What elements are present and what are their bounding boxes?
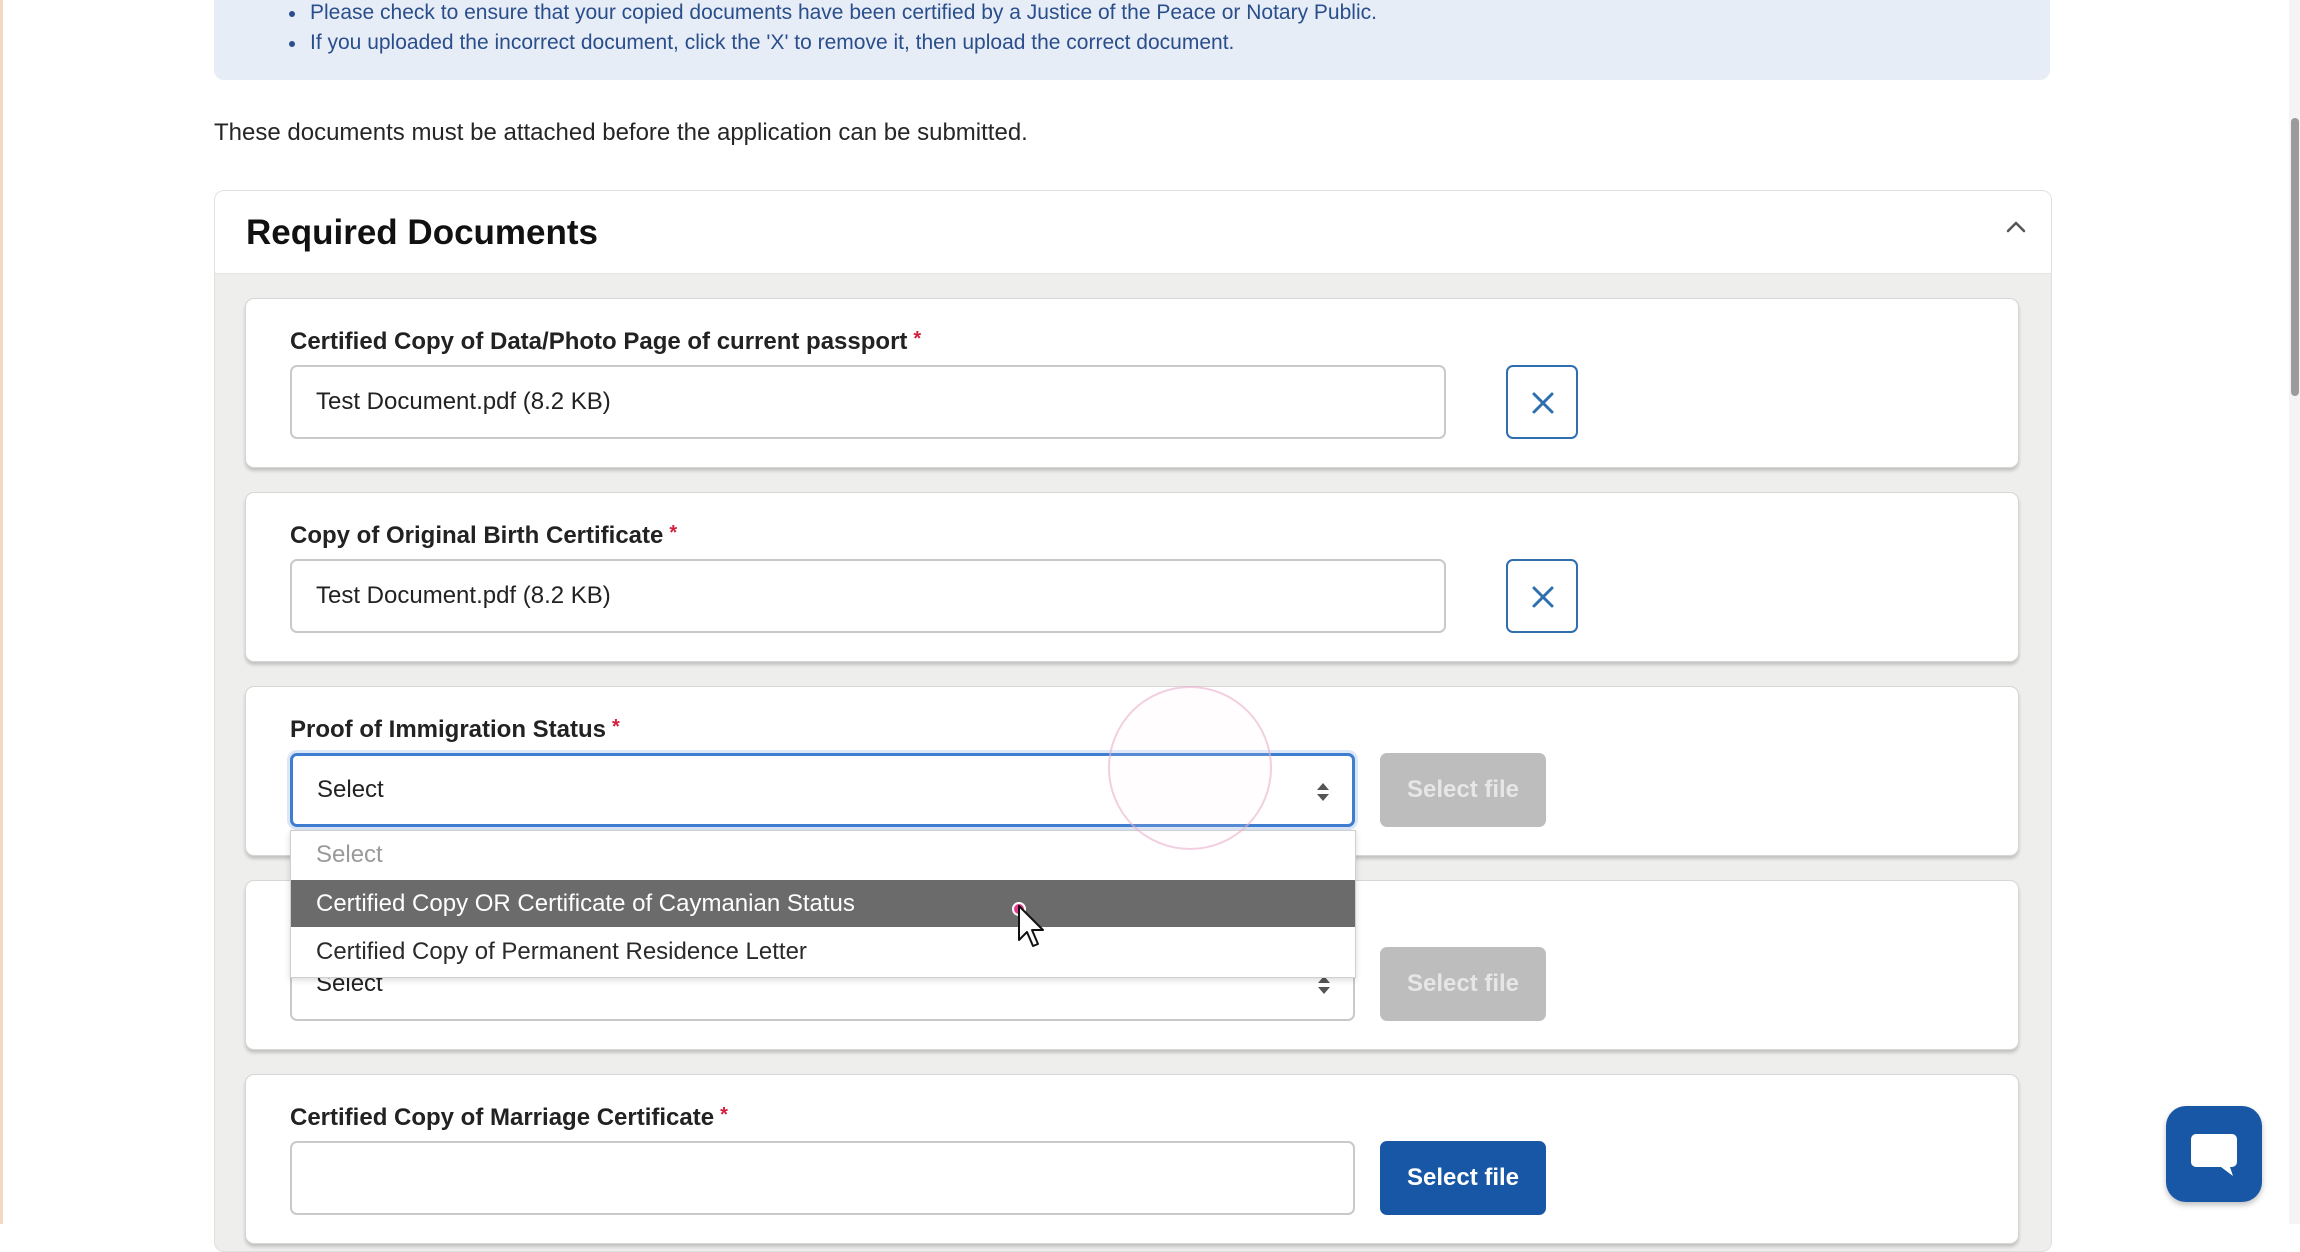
required-marker: * — [669, 522, 678, 544]
document-card-birth-certificate: Copy of Original Birth Certificate * Test… — [245, 492, 2019, 662]
uploaded-file-field: Test Document.pdf (8.2 KB) — [290, 559, 1446, 633]
mouse-cursor-icon — [1012, 902, 1044, 947]
chevron-up-icon[interactable] — [2005, 219, 2027, 235]
select-file-button[interactable]: Select file — [1380, 947, 1546, 1021]
dropdown-option-highlighted[interactable]: Certified Copy OR Certificate of Caymani… — [291, 880, 1355, 927]
file-name-field — [290, 1141, 1355, 1215]
sort-arrows-icon — [1318, 976, 1330, 994]
dropdown-option[interactable]: Certified Copy of Permanent Residence Le… — [291, 928, 1355, 975]
document-label-text: Proof of Immigration Status — [290, 716, 607, 743]
window-edge — [0, 0, 3, 1224]
document-label: Certified Copy of Marriage Certificate * — [290, 1104, 728, 1132]
chat-bubble-icon — [2191, 1134, 2237, 1176]
document-label-text: Certified Copy of Marriage Certificate — [290, 1104, 715, 1131]
document-type-dropdown: Select Certified Copy OR Certificate of … — [290, 830, 1356, 978]
select-value: Select — [317, 776, 384, 803]
sort-arrows-icon — [1317, 783, 1329, 801]
required-marker: * — [612, 716, 620, 738]
instruction-item: Please check to ensure that your copied … — [289, 0, 1377, 28]
document-label-text: Certified Copy of Data/Photo Page of cur… — [290, 328, 908, 355]
select-file-button[interactable]: Select file — [1380, 1141, 1546, 1215]
scrollbar-thumb[interactable] — [2291, 118, 2299, 396]
section-title: Required Documents — [246, 213, 598, 252]
instructions-list: Please check to ensure that your copied … — [289, 0, 1377, 58]
close-icon — [1532, 392, 1554, 414]
close-icon — [1532, 586, 1554, 608]
document-card-marriage-certificate: Certified Copy of Marriage Certificate * … — [245, 1074, 2019, 1244]
document-label: Copy of Original Birth Certificate * — [290, 522, 677, 550]
click-indicator — [1108, 686, 1272, 850]
document-card-passport: Certified Copy of Data/Photo Page of cur… — [245, 298, 2019, 468]
required-marker: * — [720, 1104, 728, 1126]
required-marker: * — [913, 328, 922, 350]
remove-file-button[interactable] — [1506, 365, 1578, 439]
instructions-panel: Please check to ensure that your copied … — [214, 0, 2050, 80]
remove-file-button[interactable] — [1506, 559, 1578, 633]
chat-button[interactable] — [2166, 1106, 2262, 1202]
document-label: Certified Copy of Data/Photo Page of cur… — [290, 328, 921, 356]
section-header[interactable]: Required Documents — [215, 191, 2051, 274]
document-label-text: Copy of Original Birth Certificate — [290, 522, 664, 549]
document-label: Proof of Immigration Status * — [290, 716, 620, 744]
uploaded-file-field: Test Document.pdf (8.2 KB) — [290, 365, 1446, 439]
instruction-item: If you uploaded the incorrect document, … — [289, 28, 1377, 58]
intro-text: These documents must be attached before … — [214, 119, 1028, 146]
select-file-button[interactable]: Select file — [1380, 753, 1546, 827]
